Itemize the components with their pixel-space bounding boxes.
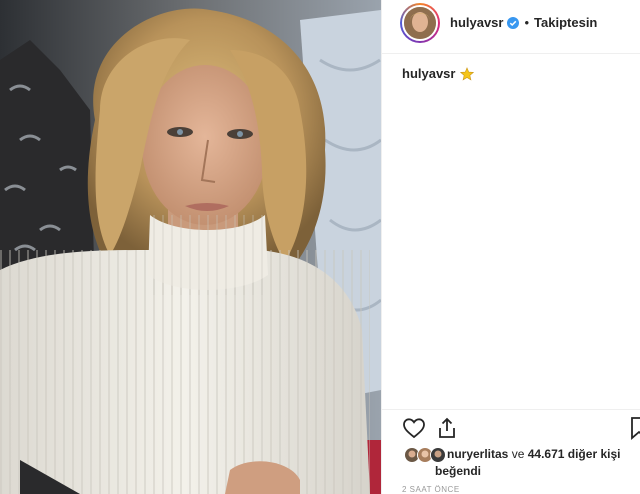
avatar-image <box>404 6 436 39</box>
header-separator: • <box>524 15 530 30</box>
likes-first-user[interactable]: nuryerlitas <box>447 447 508 461</box>
caption-username[interactable]: hulyavsr <box>402 66 455 81</box>
header-divider <box>382 53 640 54</box>
liker-avatar <box>430 446 446 463</box>
post-username[interactable]: hulyavsr <box>450 15 503 30</box>
liker-avatars[interactable] <box>404 446 446 463</box>
post-timestamp[interactable]: 2 SAAT ÖNCE <box>402 485 460 494</box>
likes-conjunction: ve <box>511 447 525 461</box>
story-ring[interactable] <box>400 2 440 43</box>
post-side-panel: hulyavsr • Takiptesin hulyavsr nuryerlit… <box>381 0 640 494</box>
photo-image <box>0 0 381 494</box>
following-button[interactable]: Takiptesin <box>534 15 597 30</box>
post-header: hulyavsr • Takiptesin <box>382 0 640 45</box>
verified-badge-icon <box>507 16 520 29</box>
likes-suffix: beğendi <box>435 464 482 478</box>
post-actions <box>400 416 640 442</box>
star-icon <box>460 66 475 80</box>
post-caption: hulyavsr <box>402 66 475 81</box>
actions-divider <box>382 409 640 410</box>
bookmark-icon[interactable] <box>628 416 640 440</box>
likes-count[interactable]: 44.671 diğer kişi <box>528 447 621 461</box>
likes-summary: nuryerlitas ve 44.671 diğer kişi beğendi <box>404 446 634 480</box>
post-photo[interactable] <box>0 0 381 494</box>
share-icon[interactable] <box>435 416 459 440</box>
heart-icon[interactable] <box>402 416 426 440</box>
profile-avatar[interactable] <box>402 4 438 41</box>
